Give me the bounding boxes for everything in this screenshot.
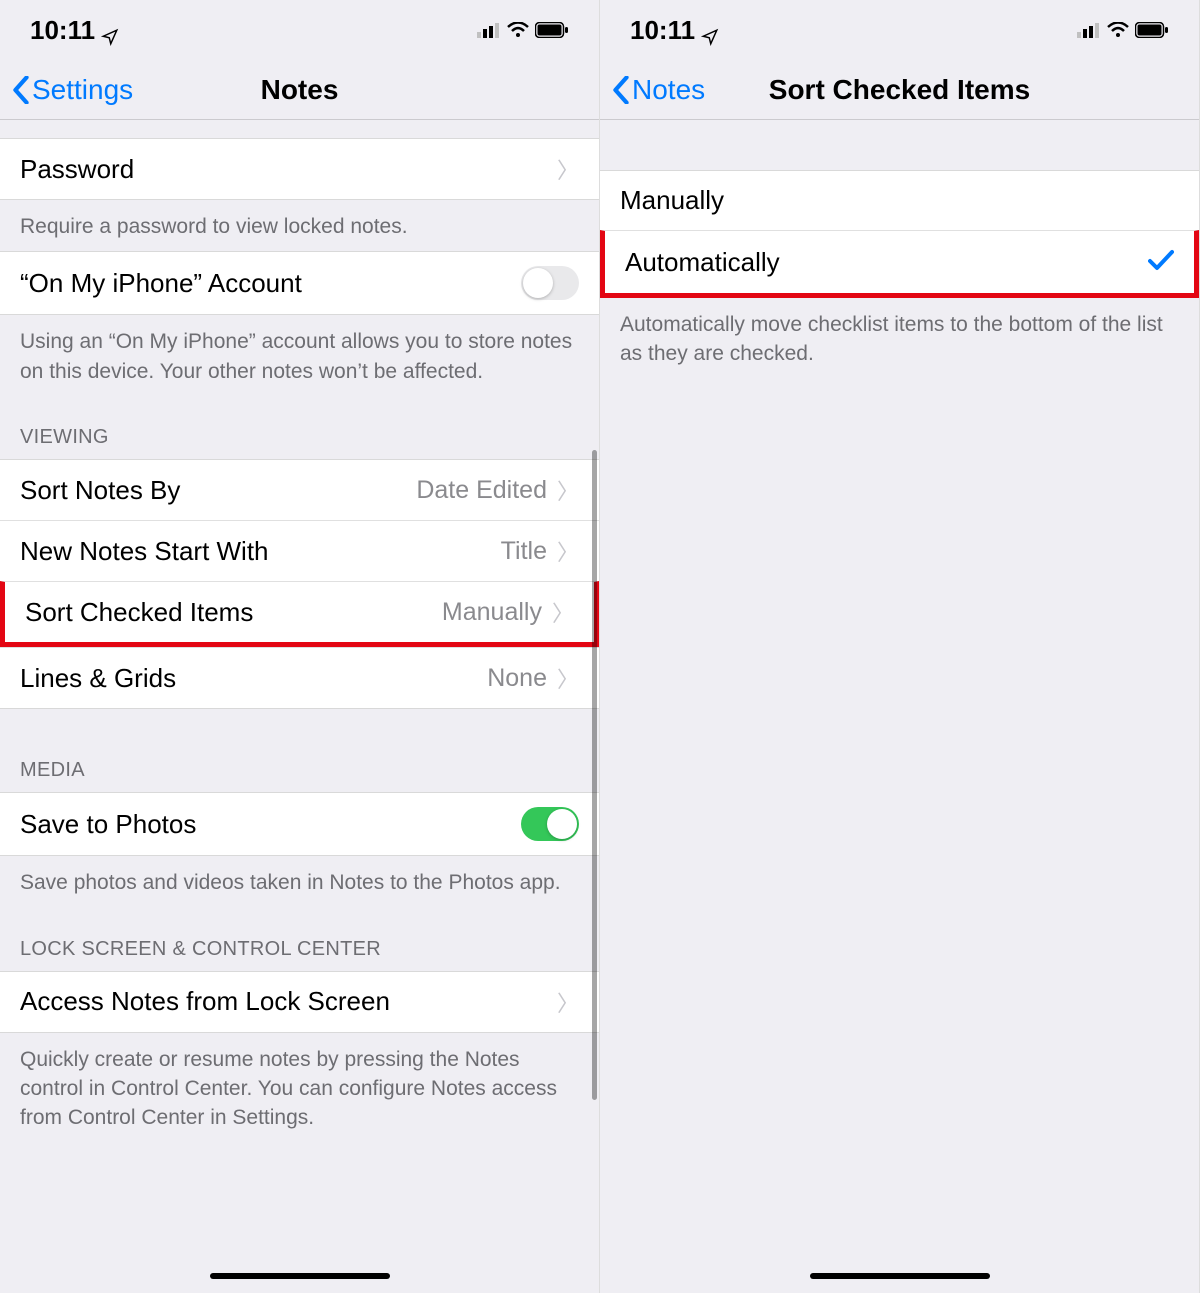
chevron-right-icon: 〉 bbox=[557, 535, 579, 567]
back-label: Notes bbox=[632, 74, 705, 106]
cellular-signal-icon bbox=[1077, 22, 1101, 38]
location-arrow-icon bbox=[701, 22, 717, 38]
on-my-iphone-label: “On My iPhone” Account bbox=[20, 268, 521, 299]
sort-checked-footer: Automatically move checklist items to th… bbox=[600, 298, 1199, 379]
password-footer: Require a password to view locked notes. bbox=[0, 200, 599, 251]
save-to-photos-toggle[interactable] bbox=[521, 807, 579, 841]
viewing-header: VIEWING bbox=[0, 396, 599, 459]
scroll-indicator[interactable] bbox=[592, 450, 597, 1100]
home-indicator[interactable] bbox=[210, 1273, 390, 1279]
battery-icon bbox=[535, 22, 569, 38]
settings-content: Password 〉 Require a password to view lo… bbox=[0, 120, 599, 1293]
sort-notes-by-value: Date Edited bbox=[416, 476, 547, 505]
save-to-photos-row[interactable]: Save to Photos bbox=[0, 792, 599, 856]
chevron-right-icon: 〉 bbox=[557, 474, 579, 506]
lines-and-grids-value: None bbox=[487, 664, 547, 693]
status-time: 10:11 bbox=[30, 15, 95, 46]
save-to-photos-label: Save to Photos bbox=[20, 809, 521, 840]
battery-icon bbox=[1135, 22, 1169, 38]
cellular-signal-icon bbox=[477, 22, 501, 38]
on-my-iphone-toggle[interactable] bbox=[521, 266, 579, 300]
status-bar: 10:11 bbox=[600, 0, 1199, 60]
sort-checked-items-value: Manually bbox=[442, 598, 542, 627]
sort-checked-items-label: Sort Checked Items bbox=[25, 597, 442, 628]
sort-notes-by-label: Sort Notes By bbox=[20, 475, 416, 506]
on-my-iphone-row[interactable]: “On My iPhone” Account bbox=[0, 251, 599, 315]
new-notes-start-with-label: New Notes Start With bbox=[20, 536, 501, 567]
back-label: Settings bbox=[32, 74, 133, 106]
sort-checked-content: Manually Automatically Automatically mov… bbox=[600, 120, 1199, 1293]
new-notes-start-with-value: Title bbox=[501, 537, 547, 566]
option-manually-row[interactable]: Manually bbox=[600, 170, 1199, 230]
on-my-iphone-footer: Using an “On My iPhone” account allows y… bbox=[0, 315, 599, 396]
option-manually-label: Manually bbox=[620, 185, 1179, 216]
new-notes-start-with-row[interactable]: New Notes Start With Title 〉 bbox=[0, 520, 599, 581]
location-arrow-icon bbox=[101, 22, 117, 38]
password-label: Password bbox=[20, 154, 557, 185]
lockscreen-footer: Quickly create or resume notes by pressi… bbox=[0, 1033, 599, 1143]
nav-bar: Notes Sort Checked Items bbox=[600, 60, 1199, 120]
chevron-right-icon: 〉 bbox=[552, 596, 574, 628]
media-header: MEDIA bbox=[0, 709, 599, 792]
checkmark-icon bbox=[1148, 245, 1174, 279]
wifi-icon bbox=[507, 22, 529, 38]
option-automatically-row[interactable]: Automatically bbox=[600, 230, 1199, 298]
wifi-icon bbox=[1107, 22, 1129, 38]
access-notes-lock-screen-label: Access Notes from Lock Screen bbox=[20, 986, 557, 1017]
option-automatically-label: Automatically bbox=[625, 247, 1148, 278]
media-footer: Save photos and videos taken in Notes to… bbox=[0, 856, 599, 907]
sort-notes-by-row[interactable]: Sort Notes By Date Edited 〉 bbox=[0, 459, 599, 520]
status-time: 10:11 bbox=[630, 15, 695, 46]
chevron-right-icon: 〉 bbox=[557, 986, 579, 1018]
password-row[interactable]: Password 〉 bbox=[0, 138, 599, 200]
chevron-right-icon: 〉 bbox=[557, 153, 579, 185]
chevron-left-icon bbox=[12, 76, 30, 104]
lockscreen-header: LOCK SCREEN & CONTROL CENTER bbox=[0, 908, 599, 971]
chevron-left-icon bbox=[612, 76, 630, 104]
back-button-settings[interactable]: Settings bbox=[12, 74, 133, 106]
home-indicator[interactable] bbox=[810, 1273, 990, 1279]
access-notes-lock-screen-row[interactable]: Access Notes from Lock Screen 〉 bbox=[0, 971, 599, 1033]
sort-checked-items-row[interactable]: Sort Checked Items Manually 〉 bbox=[0, 581, 599, 647]
back-button-notes[interactable]: Notes bbox=[612, 74, 705, 106]
chevron-right-icon: 〉 bbox=[557, 662, 579, 694]
lines-and-grids-label: Lines & Grids bbox=[20, 663, 487, 694]
left-phone-screen: 10:11 Settings Notes Password bbox=[0, 0, 600, 1293]
status-bar: 10:11 bbox=[0, 0, 599, 60]
nav-bar: Settings Notes bbox=[0, 60, 599, 120]
lines-and-grids-row[interactable]: Lines & Grids None 〉 bbox=[0, 647, 599, 709]
right-phone-screen: 10:11 Notes Sort Checked Items Manua bbox=[600, 0, 1200, 1293]
